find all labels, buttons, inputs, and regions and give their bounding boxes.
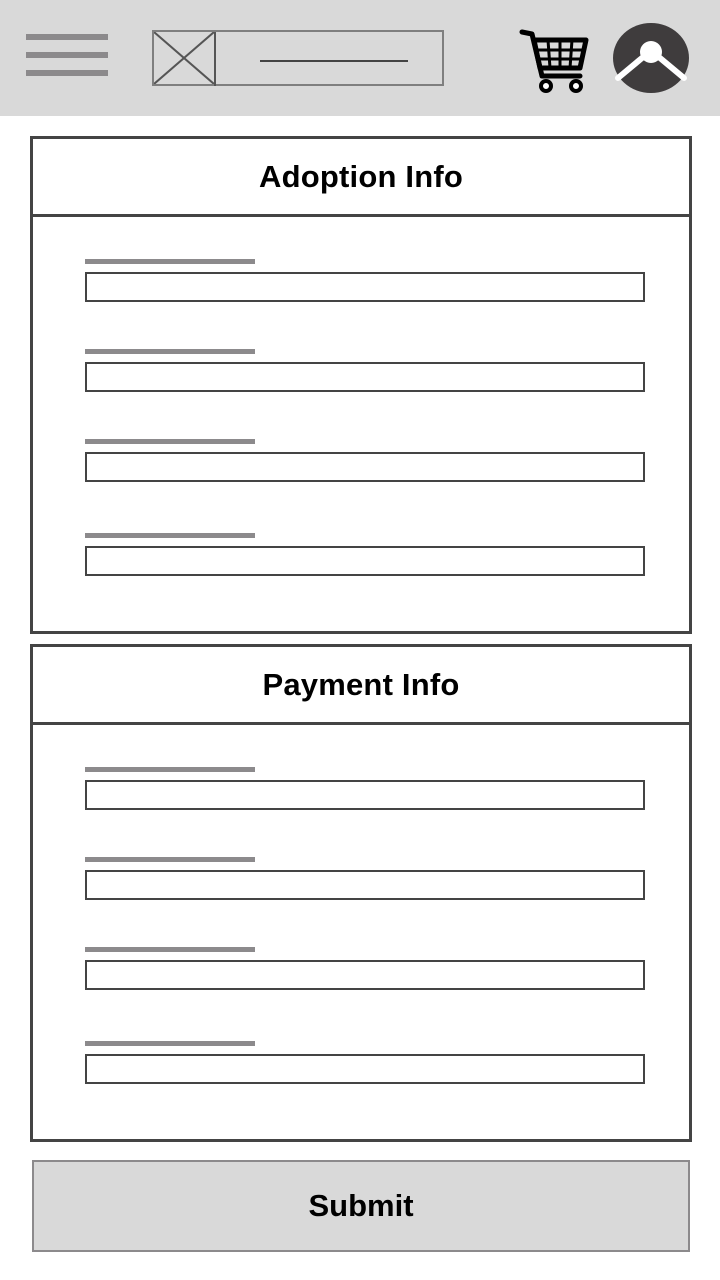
payment-field-4[interactable] — [85, 1054, 645, 1084]
field-label-placeholder — [85, 947, 255, 952]
adoption-info-section: Adoption Info — [30, 136, 692, 634]
payment-field-3[interactable] — [85, 960, 645, 990]
field-label-placeholder — [85, 349, 255, 354]
checkout-page: Adoption Info Payment Info Submit — [0, 0, 720, 1280]
image-placeholder-icon — [154, 32, 216, 86]
menu-line — [26, 70, 108, 76]
logo[interactable] — [152, 30, 444, 86]
logo-text-placeholder — [260, 60, 408, 62]
section-header: Adoption Info — [33, 139, 689, 217]
field-label-placeholder — [85, 533, 255, 538]
section-header: Payment Info — [33, 647, 689, 725]
field-label-placeholder — [85, 857, 255, 862]
submit-button[interactable]: Submit — [32, 1160, 690, 1252]
menu-line — [26, 34, 108, 40]
field-label-placeholder — [85, 259, 255, 264]
adoption-field-3[interactable] — [85, 452, 645, 482]
payment-field-2[interactable] — [85, 870, 645, 900]
field-label-placeholder — [85, 767, 255, 772]
app-header — [0, 0, 720, 116]
payment-field-1[interactable] — [85, 780, 645, 810]
adoption-field-2[interactable] — [85, 362, 645, 392]
payment-info-section: Payment Info — [30, 644, 692, 1142]
field-label-placeholder — [85, 439, 255, 444]
section-title: Payment Info — [262, 666, 460, 702]
section-title: Adoption Info — [258, 158, 464, 194]
adoption-field-1[interactable] — [85, 272, 645, 302]
hamburger-menu-icon[interactable] — [26, 34, 108, 76]
field-label-placeholder — [85, 1041, 255, 1046]
menu-line — [26, 52, 108, 58]
adoption-field-4[interactable] — [85, 546, 645, 576]
user-avatar-icon[interactable] — [612, 22, 690, 94]
shopping-cart-icon[interactable] — [518, 26, 590, 96]
